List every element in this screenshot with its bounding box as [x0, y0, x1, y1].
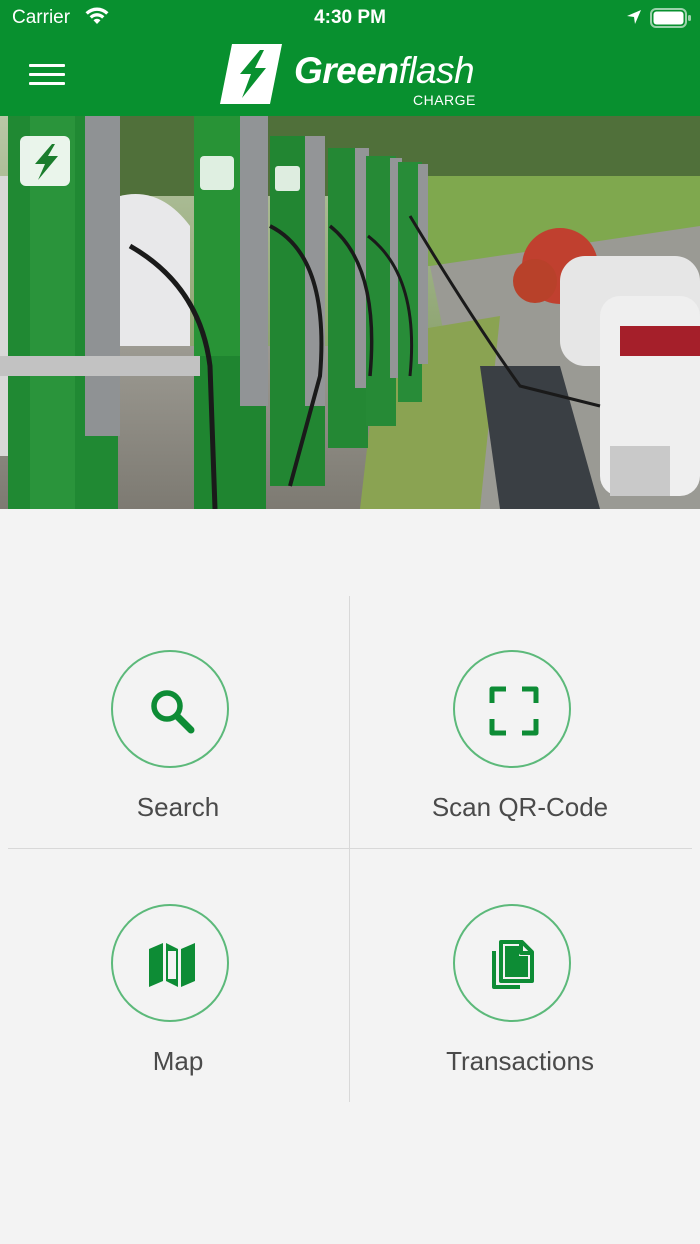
app-logo: Greenflash CHARGE [218, 40, 488, 110]
menu-button[interactable] [20, 56, 74, 94]
status-bar: Carrier 4:30 PM [0, 0, 700, 36]
top-app-bar: Carrier 4:30 PM Greenflash CHARGE [0, 0, 700, 116]
scan-qr-label: Scan QR-Code [431, 792, 609, 822]
hero-image [0, 116, 700, 509]
search-tile[interactable]: Search [8, 596, 348, 848]
brand-subtitle: CHARGE [413, 92, 476, 108]
search-button[interactable] [111, 650, 229, 768]
action-grid: Search Scan QR-Code Map Transactions [8, 596, 692, 1102]
map-button[interactable] [111, 904, 229, 1022]
search-label: Search [136, 792, 220, 822]
charging-station-photo [0, 116, 700, 509]
map-icon [149, 943, 195, 987]
transactions-tile[interactable]: Transactions [350, 850, 690, 1102]
documents-icon [492, 940, 534, 989]
transactions-label: Transactions [446, 1046, 594, 1076]
brand-name-part2: flash [398, 50, 475, 91]
map-tile[interactable]: Map [8, 850, 348, 1102]
lightning-logo-icon [220, 44, 282, 104]
hamburger-line [29, 82, 65, 85]
location-arrow-icon [625, 8, 643, 32]
hamburger-line [29, 64, 65, 67]
hamburger-line [29, 73, 65, 76]
scan-qr-button[interactable] [453, 650, 571, 768]
brand-name: Greenflash [294, 50, 475, 92]
horizontal-divider [8, 848, 692, 849]
scan-qr-tile[interactable]: Scan QR-Code [350, 596, 690, 848]
battery-icon [650, 8, 692, 34]
map-label: Map [152, 1046, 204, 1076]
qr-scan-icon [489, 686, 539, 736]
transactions-button[interactable] [453, 904, 571, 1022]
clock: 4:30 PM [314, 7, 386, 28]
search-icon [151, 690, 195, 734]
brand-name-part1: Green [294, 50, 399, 91]
